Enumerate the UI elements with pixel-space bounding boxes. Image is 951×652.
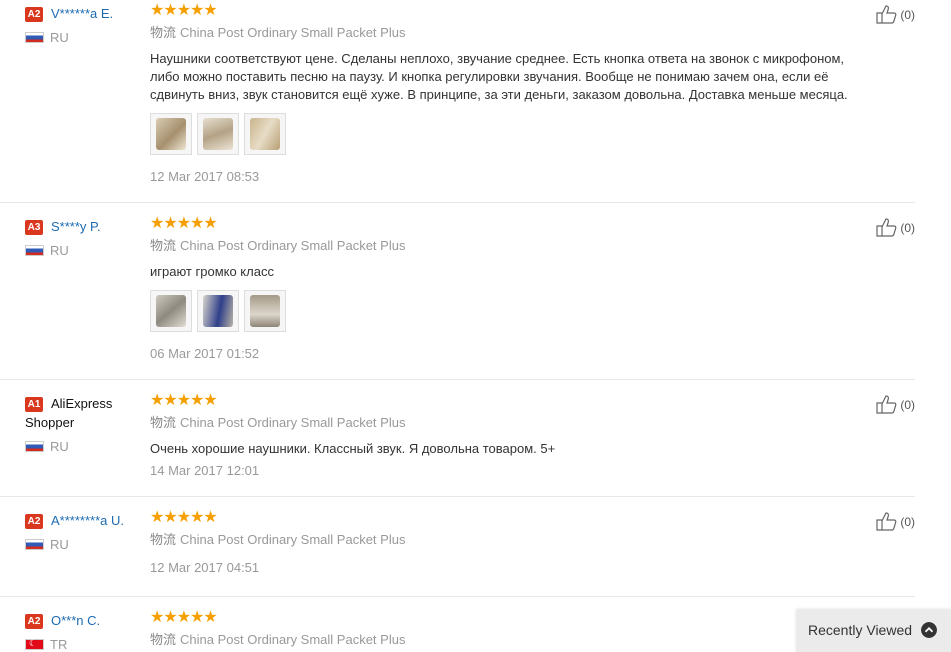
star-icons: ★★★★★	[150, 2, 218, 19]
reviews-page: A2 V******a E. RU ★★★★★ 物流 China Post Ordi…	[0, 0, 951, 652]
thumbs-up-icon	[876, 395, 897, 414]
star-rating: ★★★★★	[150, 392, 850, 410]
helpful-count: (0)	[900, 398, 915, 412]
review-date: 12 Mar 2017 08:53	[150, 169, 260, 184]
review-content: ★★★★★ 物流 China Post Ordinary Small Packet…	[150, 2, 850, 186]
recently-viewed-tab[interactable]: Recently Viewed	[796, 610, 951, 652]
star-icons: ★★★★★	[150, 609, 218, 626]
review-photos	[150, 113, 850, 155]
review-photo-thumbnail[interactable]	[244, 113, 286, 155]
reviewer-info: A2 O***n C. TR	[25, 611, 145, 652]
russia-flag-icon	[25, 539, 44, 550]
thumbs-up-icon	[876, 5, 897, 24]
helpful-vote-button[interactable]: (0)	[876, 511, 915, 532]
review-photo-thumbnail[interactable]	[197, 113, 239, 155]
review-item: A3 S****y P. RU ★★★★★ 物流 China Post Ordina…	[0, 213, 915, 380]
shipping-method: 物流 China Post Ordinary Small Packet Plus	[150, 24, 850, 42]
star-rating: ★★★★★	[150, 215, 850, 233]
russia-flag-icon	[25, 441, 44, 452]
logistics-label: 物流	[150, 25, 177, 40]
chevron-up-circle-icon	[921, 622, 937, 638]
review-photo-thumbnail[interactable]	[150, 290, 192, 332]
buyer-level-badge: A2	[25, 614, 43, 629]
thumbs-up-icon	[876, 512, 897, 531]
review-date: 06 Mar 2017 01:52	[150, 346, 260, 361]
russia-flag-icon	[25, 32, 44, 43]
review-photos	[150, 290, 850, 332]
helpful-count: (0)	[900, 515, 915, 529]
country-code: RU	[50, 537, 69, 552]
logistics-label: 物流	[150, 238, 177, 253]
logistics-label: 物流	[150, 415, 177, 430]
star-rating: ★★★★★	[150, 609, 850, 627]
country-code: RU	[50, 30, 69, 45]
star-icons: ★★★★★	[150, 509, 218, 526]
review-text: Наушники соответствуют цене. Сделаны неп…	[150, 51, 848, 102]
review-content: ★★★★★ 物流 China Post Ordinary Small Packet…	[150, 392, 850, 480]
shipping-method-name: China Post Ordinary Small Packet Plus	[180, 632, 406, 647]
helpful-vote-button[interactable]: (0)	[876, 394, 915, 415]
shipping-method: 物流 China Post Ordinary Small Packet Plus	[150, 414, 850, 432]
review-photo-thumbnail[interactable]	[244, 290, 286, 332]
review-content: ★★★★★ 物流 China Post Ordinary Small Packet…	[150, 609, 850, 649]
review-photo-thumbnail[interactable]	[197, 290, 239, 332]
helpful-vote-button[interactable]: (0)	[876, 4, 915, 25]
review-item: A2 A********a U. RU ★★★★★ 物流 China Post Or…	[0, 507, 915, 597]
helpful-count: (0)	[900, 8, 915, 22]
thumbs-up-icon	[876, 218, 897, 237]
buyer-level-badge: A2	[25, 7, 43, 22]
helpful-count: (0)	[900, 221, 915, 235]
logistics-label: 物流	[150, 632, 177, 647]
russia-flag-icon	[25, 245, 44, 256]
reviewer-name-link[interactable]: A********a U.	[51, 513, 124, 528]
review-date: 12 Mar 2017 04:51	[150, 560, 260, 575]
reviewer-info: A3 S****y P. RU	[25, 217, 145, 259]
reviewer-country: RU	[25, 537, 145, 553]
buyer-level-badge: A1	[25, 397, 43, 412]
shipping-method-name: China Post Ordinary Small Packet Plus	[180, 532, 406, 547]
country-code: RU	[50, 439, 69, 454]
review-date: 14 Mar 2017 12:01	[150, 463, 260, 478]
star-icons: ★★★★★	[150, 392, 218, 409]
buyer-level-badge: A3	[25, 220, 43, 235]
review-content: ★★★★★ 物流 China Post Ordinary Small Packet…	[150, 215, 850, 363]
reviewer-country: RU	[25, 243, 145, 259]
review-item: A1 AliExpress Shopper RU ★★★★★ 物流 China Po…	[0, 390, 915, 497]
shipping-method-name: China Post Ordinary Small Packet Plus	[180, 415, 406, 430]
review-text: Очень хорошие наушники. Классный звук. Я…	[150, 441, 556, 456]
helpful-vote-button[interactable]: (0)	[876, 217, 915, 238]
buyer-level-badge: A2	[25, 514, 43, 529]
shipping-method: 物流 China Post Ordinary Small Packet Plus	[150, 531, 850, 549]
review-photo-thumbnail[interactable]	[150, 113, 192, 155]
star-icons: ★★★★★	[150, 215, 218, 232]
reviewer-info: A2 V******a E. RU	[25, 4, 145, 46]
review-item: A2 O***n C. TR ★★★★★ 物流China Post Ordinar…	[0, 607, 915, 652]
shipping-method-name: China Post Ordinary Small Packet Plus	[180, 25, 406, 40]
reviewer-name-link[interactable]: O***n C.	[51, 613, 100, 628]
review-text: играют громко класс	[150, 264, 274, 279]
reviewer-country: RU	[25, 439, 145, 455]
reviewer-info: A1 AliExpress Shopper RU	[25, 394, 145, 455]
country-code: TR	[50, 637, 68, 652]
reviewer-country: TR	[25, 637, 145, 652]
recently-viewed-label: Recently Viewed	[808, 622, 913, 638]
review-item: A2 V******a E. RU ★★★★★ 物流 China Post Ordi…	[0, 0, 915, 203]
turkey-flag-icon	[25, 638, 44, 650]
shipping-method: 物流 China Post Ordinary Small Packet Plus	[150, 237, 850, 255]
review-content: ★★★★★ 物流 China Post Ordinary Small Packet…	[150, 509, 850, 577]
reviewer-info: A2 A********a U. RU	[25, 511, 145, 553]
shipping-method: 物流 China Post Ordinary Small Packet Plus	[150, 631, 850, 649]
logistics-label: 物流	[150, 532, 177, 547]
shipping-method-name: China Post Ordinary Small Packet Plus	[180, 238, 406, 253]
country-code: RU	[50, 243, 69, 258]
star-rating: ★★★★★	[150, 2, 850, 20]
reviewer-name-link[interactable]: S****y P.	[51, 219, 101, 234]
star-rating: ★★★★★	[150, 509, 850, 527]
reviewer-name-link[interactable]: V******a E.	[51, 6, 113, 21]
reviewer-country: RU	[25, 30, 145, 46]
